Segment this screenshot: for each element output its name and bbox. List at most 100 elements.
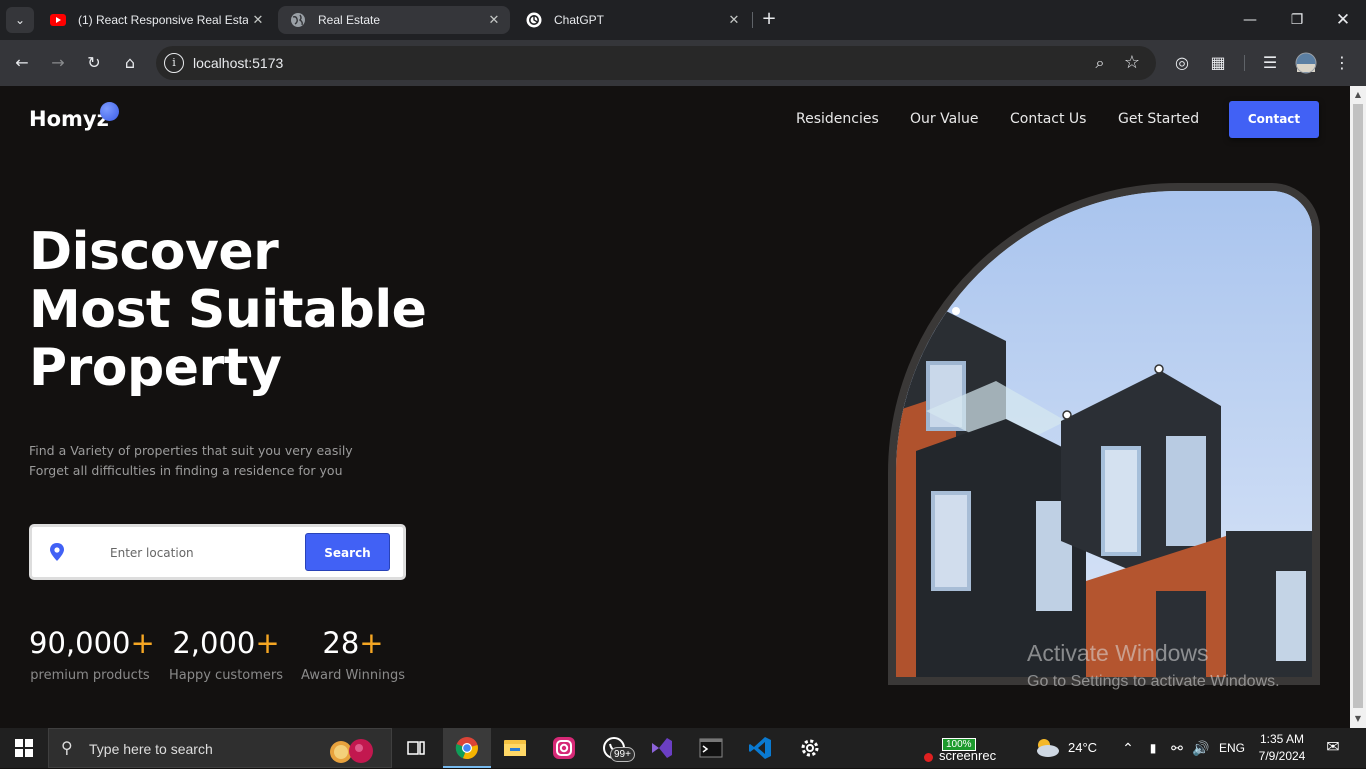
hero-title-line: Discover — [29, 222, 279, 282]
minimize-icon[interactable]: — — [1238, 8, 1262, 32]
hero-subtitle-line: Find a Variety of properties that suit y… — [29, 443, 353, 458]
browser-toolbar: ← → ↻ ⌂ i localhost:5173 ⌕ ☆ ◎ ▦ ☰ ⋮ — [0, 40, 1366, 86]
page-scrollbar[interactable]: ▲ ▼ — [1350, 86, 1366, 728]
extensions-puzzle-icon[interactable]: ▦ — [1206, 51, 1230, 75]
maximize-icon[interactable]: ❐ — [1285, 8, 1309, 32]
contact-button[interactable]: Contact — [1229, 101, 1319, 138]
tab-real-estate[interactable]: Real Estate ✕ — [278, 6, 510, 34]
settings-gear-icon[interactable] — [786, 728, 834, 768]
stat-label: Award Winnings — [301, 668, 405, 683]
task-view-icon[interactable] — [392, 728, 440, 768]
home-icon[interactable]: ⌂ — [118, 51, 142, 75]
logo[interactable]: Homyz — [29, 107, 109, 131]
tab-close-icon[interactable]: ✕ — [726, 6, 742, 34]
notification-icon[interactable]: ✉ — [1322, 728, 1344, 768]
file-explorer-icon[interactable] — [491, 728, 539, 768]
hero-subtitle: Find a Variety of properties that suit y… — [29, 441, 353, 481]
hero-building-image — [888, 183, 1320, 685]
site-info-icon[interactable]: i — [164, 53, 184, 73]
zoom-icon[interactable]: ⌕ — [1088, 51, 1112, 75]
scroll-down-icon[interactable]: ▼ — [1350, 712, 1366, 726]
tab-title: ChatGPT — [554, 13, 605, 27]
battery-icon[interactable]: ▮ — [1144, 728, 1162, 768]
watermark-title: Activate Windows — [1027, 640, 1209, 666]
search-highlight-fruit-icon — [330, 739, 373, 763]
search-button[interactable]: Search — [305, 533, 390, 571]
hero-title: Discover Most Suitable Property — [29, 222, 427, 398]
stat-awards: 28+ Award Winnings — [300, 623, 406, 685]
chatgpt-icon — [526, 12, 542, 28]
google-lens-icon[interactable]: ◎ — [1170, 51, 1194, 75]
bookmark-star-icon[interactable]: ☆ — [1120, 51, 1144, 75]
hero-subtitle-line: Forget all difficulties in finding a res… — [29, 463, 343, 478]
stat-value: 2,000 — [172, 626, 256, 660]
weather-cloud-icon — [1037, 739, 1059, 757]
stat-customers: 2,000+ Happy customers — [167, 623, 285, 685]
vscode-icon[interactable] — [736, 728, 784, 768]
weather-temp: 24°C — [1068, 740, 1098, 755]
visual-studio-icon[interactable] — [638, 728, 686, 768]
language-indicator[interactable]: ENG — [1218, 728, 1246, 768]
taskbar-search-placeholder: Type here to search — [89, 741, 213, 757]
clock[interactable]: 1:35 AM 7/9/2024 — [1252, 731, 1312, 765]
location-pin-icon — [50, 543, 64, 561]
close-window-icon[interactable]: ✕ — [1331, 8, 1355, 32]
instagram-icon[interactable] — [540, 728, 588, 768]
stat-label: premium products — [30, 668, 150, 683]
tab-chatgpt[interactable]: ChatGPT ✕ — [514, 6, 750, 34]
whatsapp-icon[interactable]: 99+ — [590, 728, 638, 768]
stat-value: 90,000 — [29, 626, 131, 660]
tab-title: (1) React Responsive Real Estate — [78, 13, 248, 27]
chrome-icon[interactable] — [443, 728, 491, 768]
watermark-subtitle: Go to Settings to activate Windows. — [1027, 673, 1280, 690]
reload-icon[interactable]: ↻ — [82, 51, 106, 75]
page-content: Homyz Residencies Our Value Contact Us G… — [0, 86, 1350, 728]
nav-contact-us[interactable]: Contact Us — [1010, 111, 1086, 127]
activate-windows-watermark: Activate Windows Go to Settings to activ… — [1027, 638, 1280, 692]
terminal-icon[interactable] — [687, 728, 735, 768]
location-input[interactable] — [110, 541, 290, 565]
tab-search-chevron-icon[interactable]: ⌄ — [6, 7, 34, 33]
browser-menu-icon[interactable]: ⋮ — [1330, 51, 1354, 75]
browser-tab-bar: ⌄ (1) React Responsive Real Estate ✕ Rea… — [0, 0, 1366, 40]
chevron-up-icon[interactable]: ⌃ — [1120, 728, 1136, 768]
back-arrow-icon[interactable]: ← — [10, 51, 34, 75]
taskbar-search-box[interactable]: ⚲ Type here to search — [48, 728, 392, 768]
tab-separator — [752, 12, 753, 28]
hero-title-line: Property — [29, 338, 282, 398]
profile-avatar[interactable] — [1294, 51, 1318, 75]
address-bar[interactable]: i localhost:5173 ⌕ ☆ — [156, 46, 1156, 80]
location-search-bar: Search — [29, 524, 406, 580]
stat-plus: + — [130, 626, 155, 660]
screenrec-label: screenrec — [939, 748, 997, 763]
nav-our-value[interactable]: Our Value — [910, 111, 979, 127]
nav-get-started[interactable]: Get Started — [1118, 111, 1199, 127]
clock-time: 1:35 AM — [1259, 732, 1305, 746]
stat-label: Happy customers — [168, 668, 284, 683]
search-icon: ⚲ — [61, 738, 73, 757]
logo-dot — [100, 102, 119, 121]
volume-icon[interactable]: 🔊 — [1192, 728, 1210, 768]
globe-icon — [291, 13, 305, 27]
media-queue-icon[interactable]: ☰ — [1258, 51, 1282, 75]
url-text[interactable]: localhost:5173 — [193, 46, 283, 80]
nav-residencies[interactable]: Residencies — [796, 111, 879, 127]
scroll-thumb[interactable] — [1353, 104, 1363, 708]
tab-close-icon[interactable]: ✕ — [486, 6, 502, 34]
tab-youtube[interactable]: (1) React Responsive Real Estate ✕ — [38, 6, 274, 34]
screenrec-widget[interactable]: 100% screenrec — [922, 728, 1012, 768]
tab-close-icon[interactable]: ✕ — [250, 6, 266, 34]
stat-plus: + — [255, 626, 280, 660]
stat-products: 90,000+ premium products — [29, 623, 155, 685]
clock-date: 7/9/2024 — [1258, 749, 1306, 763]
windows-start-icon[interactable] — [0, 728, 48, 768]
record-dot-icon — [924, 753, 933, 762]
weather-widget[interactable]: 24°C — [1034, 728, 1104, 768]
network-icon[interactable]: ⚯ — [1168, 728, 1186, 768]
forward-arrow-icon[interactable]: → — [46, 51, 70, 75]
whatsapp-badge: 99+ — [610, 747, 635, 762]
stat-plus: + — [359, 626, 384, 660]
stat-value: 28 — [322, 626, 360, 660]
scroll-up-icon[interactable]: ▲ — [1350, 88, 1366, 102]
new-tab-icon[interactable]: + — [758, 8, 780, 30]
